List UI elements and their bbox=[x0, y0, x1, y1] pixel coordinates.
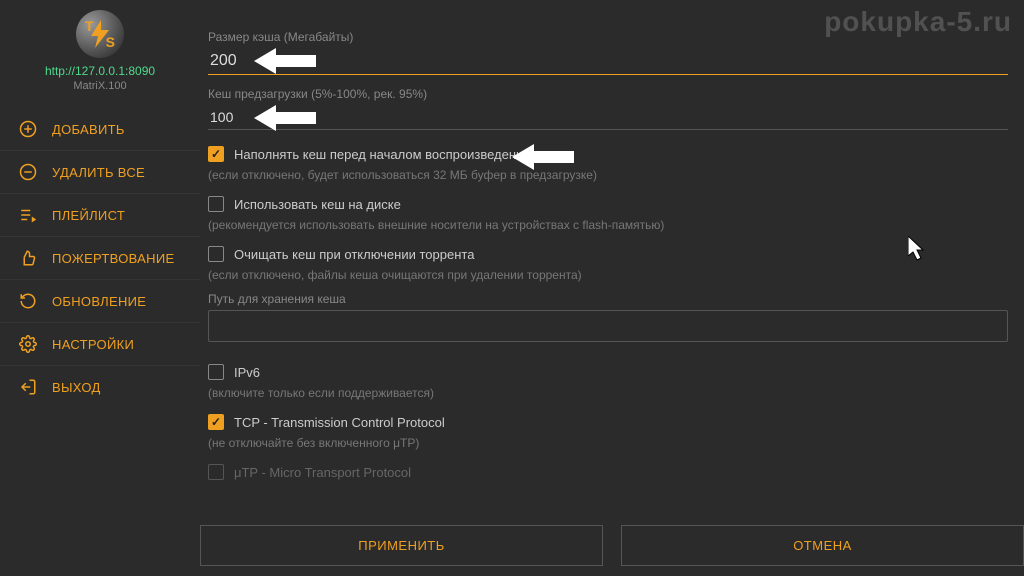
preload-label: Кеш предзагрузки (5%-100%, рек. 95%) bbox=[208, 87, 1008, 101]
clear-cache-checkbox-row[interactable]: Очищать кеш при отключении торрента bbox=[208, 242, 1008, 266]
utp-label: μTP - Micro Transport Protocol bbox=[234, 465, 411, 480]
disk-cache-hint: (рекомендуется использовать внешние носи… bbox=[208, 216, 1008, 242]
sidebar-item-delete-all[interactable]: УДАЛИТЬ ВСЕ bbox=[0, 151, 200, 194]
tcp-hint: (не отключайте без включенного μTP) bbox=[208, 434, 1008, 460]
sidebar-item-label: ВЫХОД bbox=[52, 380, 101, 395]
sidebar-item-refresh[interactable]: ОБНОВЛЕНИЕ bbox=[0, 280, 200, 323]
checkbox-checked-icon: ✓ bbox=[208, 414, 224, 430]
checkbox-disabled-icon bbox=[208, 464, 224, 480]
checkbox-checked-icon: ✓ bbox=[208, 146, 224, 162]
server-subtitle: MatriX.100 bbox=[0, 80, 200, 92]
checkbox-unchecked-icon bbox=[208, 246, 224, 262]
clear-cache-hint: (если отключено, файлы кеша очищаются пр… bbox=[208, 266, 1008, 292]
fill-cache-label: Наполнять кеш перед началом воспроизведе… bbox=[234, 147, 530, 162]
fill-cache-hint: (если отключено, будет использоваться 32… bbox=[208, 166, 1008, 192]
app-logo-icon: T S bbox=[76, 10, 124, 58]
sidebar-item-settings[interactable]: НАСТРОЙКИ bbox=[0, 323, 200, 366]
sidebar-item-label: ПОЖЕРТВОВАНИЕ bbox=[52, 251, 174, 266]
settings-panel: Размер кэша (Мегабайты) Кеш предзагрузки… bbox=[200, 0, 1024, 576]
tcp-checkbox-row[interactable]: ✓ TCP - Transmission Control Protocol bbox=[208, 410, 1008, 434]
sidebar-item-label: УДАЛИТЬ ВСЕ bbox=[52, 165, 145, 180]
button-bar: ПРИМЕНИТЬ ОТМЕНА bbox=[200, 515, 1024, 576]
apply-button[interactable]: ПРИМЕНИТЬ bbox=[200, 525, 603, 566]
sidebar-item-label: ДОБАВИТЬ bbox=[52, 122, 125, 137]
cache-size-label: Размер кэша (Мегабайты) bbox=[208, 30, 1008, 44]
server-url[interactable]: http://127.0.0.1:8090 bbox=[0, 64, 200, 78]
gear-icon bbox=[18, 335, 38, 353]
plus-circle-icon bbox=[18, 120, 38, 138]
playlist-icon bbox=[18, 206, 38, 224]
utp-checkbox-row[interactable]: μTP - Micro Transport Protocol bbox=[208, 460, 1008, 484]
clear-cache-label: Очищать кеш при отключении торрента bbox=[234, 247, 474, 262]
sidebar-item-label: ОБНОВЛЕНИЕ bbox=[52, 294, 146, 309]
sidebar-item-add[interactable]: ДОБАВИТЬ bbox=[0, 108, 200, 151]
cache-size-input[interactable] bbox=[208, 48, 1008, 75]
thumbs-up-icon bbox=[18, 249, 38, 267]
preload-input[interactable] bbox=[208, 105, 1008, 130]
refresh-icon bbox=[18, 292, 38, 310]
sidebar-menu: ДОБАВИТЬ УДАЛИТЬ ВСЕ ПЛЕЙЛИСТ ПОЖЕРТВОВА… bbox=[0, 108, 200, 408]
sidebar-item-label: НАСТРОЙКИ bbox=[52, 337, 134, 352]
minus-circle-icon bbox=[18, 163, 38, 181]
tcp-label: TCP - Transmission Control Protocol bbox=[234, 415, 445, 430]
sidebar-item-label: ПЛЕЙЛИСТ bbox=[52, 208, 125, 223]
sidebar-item-exit[interactable]: ВЫХОД bbox=[0, 366, 200, 408]
sidebar: T S http://127.0.0.1:8090 MatriX.100 ДОБ… bbox=[0, 0, 200, 576]
disk-cache-checkbox-row[interactable]: Использовать кеш на диске bbox=[208, 192, 1008, 216]
disk-cache-label: Использовать кеш на диске bbox=[234, 197, 401, 212]
ipv6-checkbox-row[interactable]: IPv6 bbox=[208, 360, 1008, 384]
sidebar-item-playlist[interactable]: ПЛЕЙЛИСТ bbox=[0, 194, 200, 237]
storage-path-label: Путь для хранения кеша bbox=[208, 292, 1008, 306]
ipv6-label: IPv6 bbox=[234, 365, 260, 380]
fill-cache-checkbox-row[interactable]: ✓ Наполнять кеш перед началом воспроизве… bbox=[208, 142, 1008, 166]
ipv6-hint: (включите только если поддерживается) bbox=[208, 384, 1008, 410]
logo-block: T S http://127.0.0.1:8090 MatriX.100 bbox=[0, 6, 200, 100]
exit-icon bbox=[18, 378, 38, 396]
checkbox-unchecked-icon bbox=[208, 196, 224, 212]
checkbox-unchecked-icon bbox=[208, 364, 224, 380]
storage-path-input[interactable] bbox=[208, 310, 1008, 342]
sidebar-item-donate[interactable]: ПОЖЕРТВОВАНИЕ bbox=[0, 237, 200, 280]
scroll-fade bbox=[208, 488, 1008, 518]
cancel-button[interactable]: ОТМЕНА bbox=[621, 525, 1024, 566]
